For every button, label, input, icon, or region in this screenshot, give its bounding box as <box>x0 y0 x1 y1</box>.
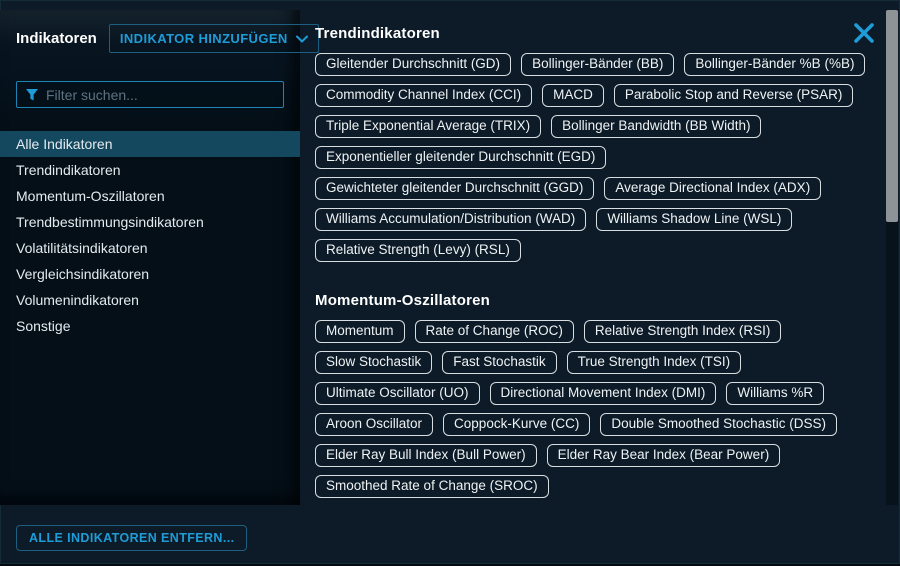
indicator-pill[interactable]: Commodity Channel Index (CCI) <box>315 84 532 107</box>
indicator-pill[interactable]: Ultimate Oscillator (UO) <box>315 382 480 405</box>
close-icon[interactable] <box>852 21 876 45</box>
indicator-pill[interactable]: Exponentieller gleitender Durchschnitt (… <box>315 146 606 169</box>
filter-funnel-icon <box>25 88 39 102</box>
indicator-pill[interactable]: Bollinger-Bänder %B (%B) <box>684 53 865 76</box>
indicator-pill[interactable]: Average Directional Index (ADX) <box>604 177 821 200</box>
filter-search-box[interactable] <box>16 81 284 108</box>
indicator-pill[interactable]: True Strength Index (TSI) <box>567 351 742 374</box>
indicator-pill[interactable]: Momentum <box>315 320 405 343</box>
sidebar-category-item[interactable]: Volumenindikatoren <box>0 287 300 313</box>
section-title: Momentum-Oszillatoren <box>315 292 895 309</box>
sidebar-category-item[interactable]: Sonstige <box>0 313 300 339</box>
sidebar-header: Indikatoren INDIKATOR HINZUFÜGEN <box>0 10 300 53</box>
category-list: Alle IndikatorenTrendindikatorenMomentum… <box>0 131 300 339</box>
sidebar-category-item[interactable]: Momentum-Oszillatoren <box>0 183 300 209</box>
indicator-pill[interactable]: Relative Strength (Levy) (RSL) <box>315 239 521 262</box>
indicator-pill[interactable]: Directional Movement Index (DMI) <box>490 382 717 405</box>
sidebar-title: Indikatoren <box>16 30 97 47</box>
sidebar-category-item[interactable]: Volatilitätsindikatoren <box>0 235 300 261</box>
indicator-pill[interactable]: Coppock-Kurve (CC) <box>443 413 590 436</box>
indicator-pill[interactable]: Gewichteter gleitender Durchschnitt (GGD… <box>315 177 594 200</box>
indicator-pill[interactable]: Williams Accumulation/Distribution (WAD) <box>315 208 586 231</box>
add-indicator-button[interactable]: INDIKATOR HINZUFÜGEN <box>109 24 319 53</box>
scrollbar-track[interactable] <box>886 10 898 505</box>
section-title: Trendindikatoren <box>315 25 895 42</box>
indicator-pill[interactable]: Gleitender Durchschnitt (GD) <box>315 53 511 76</box>
indicator-pill[interactable]: Rate of Change (ROC) <box>415 320 574 343</box>
remove-all-indicators-button[interactable]: ALLE INDIKATOREN ENTFERN... <box>16 525 247 551</box>
indicator-pill-group: Gleitender Durchschnitt (GD) Bollinger-Bä… <box>315 53 895 262</box>
indicator-pill[interactable]: Elder Ray Bull Index (Bull Power) <box>315 444 537 467</box>
indicator-pill[interactable]: Williams %R <box>726 382 824 405</box>
indicator-pill[interactable]: Parabolic Stop and Reverse (PSAR) <box>614 84 854 107</box>
indicator-pill[interactable]: Smoothed Rate of Change (SROC) <box>315 475 549 498</box>
filter-search-input[interactable] <box>46 87 275 103</box>
chevron-down-icon <box>296 35 308 43</box>
indicator-sidebar: Indikatoren INDIKATOR HINZUFÜGEN Alle In… <box>0 10 300 505</box>
indicator-main-panel: Trendindikatoren Gleitender Durchschnitt … <box>315 25 895 528</box>
indicator-pill-group: Momentum Rate of Change (ROC) Relative Str… <box>315 320 895 498</box>
indicator-pill[interactable]: Bollinger-Bänder (BB) <box>521 53 674 76</box>
indicator-pill[interactable]: MACD <box>542 84 604 107</box>
indicator-pill[interactable]: Elder Ray Bear Index (Bear Power) <box>547 444 781 467</box>
indicator-dialog: Indikatoren INDIKATOR HINZUFÜGEN Alle In… <box>0 0 900 566</box>
sidebar-category-item[interactable]: Vergleichsindikatoren <box>0 261 300 287</box>
indicator-pill[interactable]: Slow Stochastik <box>315 351 432 374</box>
sidebar-category-item[interactable]: Trendindikatoren <box>0 157 300 183</box>
indicator-pill[interactable]: Relative Strength Index (RSI) <box>584 320 782 343</box>
sidebar-category-item[interactable]: Alle Indikatoren <box>0 131 300 157</box>
add-indicator-button-label: INDIKATOR HINZUFÜGEN <box>120 31 288 46</box>
scrollbar-thumb[interactable] <box>886 10 898 222</box>
indicator-pill[interactable]: Bollinger Bandwidth (BB Width) <box>551 115 761 138</box>
indicator-pill[interactable]: Double Smoothed Stochastic (DSS) <box>600 413 837 436</box>
indicator-pill[interactable]: Williams Shadow Line (WSL) <box>596 208 792 231</box>
indicator-pill[interactable]: Aroon Oscillator <box>315 413 433 436</box>
indicator-pill[interactable]: Fast Stochastik <box>442 351 556 374</box>
sidebar-category-item[interactable]: Trendbestimmungsindikatoren <box>0 209 300 235</box>
indicator-pill[interactable]: Triple Exponential Average (TRIX) <box>315 115 541 138</box>
